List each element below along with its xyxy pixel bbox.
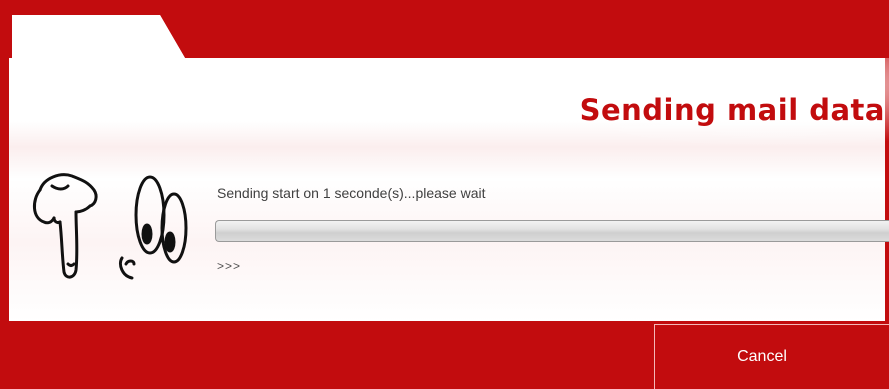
- progress-bar: [215, 220, 889, 242]
- header-band: [0, 0, 889, 58]
- cancel-button[interactable]: Cancel: [654, 324, 889, 389]
- progress-detail: >>>: [217, 259, 242, 273]
- status-message: Sending start on 1 seconde(s)...please w…: [217, 185, 486, 201]
- dialog-title: Sending mail data: [579, 93, 885, 127]
- sending-mail-dialog: Sending mail data Sending start on 1 sec…: [0, 0, 889, 389]
- cancel-button-label: Cancel: [737, 348, 787, 365]
- pointing-hand-with-eyes-icon: [30, 160, 190, 285]
